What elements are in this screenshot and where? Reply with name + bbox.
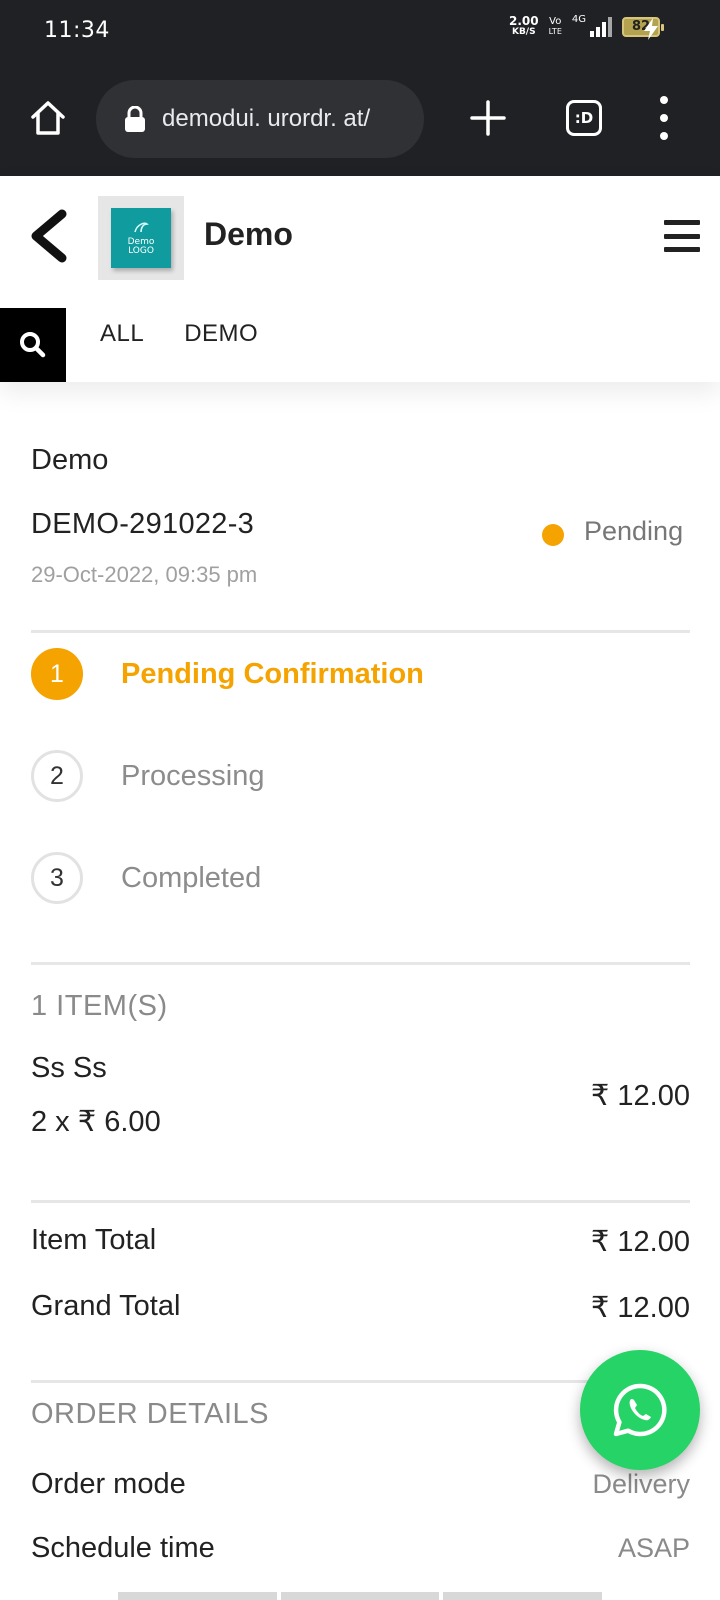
category-tabs: ALL DEMO <box>100 320 258 348</box>
divider <box>31 962 690 965</box>
network-type: 4G <box>571 13 586 25</box>
order-date: 29-Oct-2022, 09:35 pm <box>31 562 258 587</box>
back-arrow-icon[interactable] <box>26 206 70 266</box>
browser-toolbar: demodui. urordr. at/ :D <box>0 66 720 176</box>
store-logo[interactable]: Demo LOGO <box>98 196 184 280</box>
divider <box>31 1200 690 1203</box>
home-icon[interactable] <box>28 98 68 138</box>
step-label: Completed <box>121 861 262 894</box>
step-number: 1 <box>31 648 83 700</box>
step-label: Pending Confirmation <box>121 657 424 690</box>
signal-icon <box>590 17 612 37</box>
order-id: DEMO-291022-3 <box>31 508 255 540</box>
tab-all[interactable]: ALL <box>100 320 144 348</box>
item-name: Ss Ss <box>31 1052 107 1084</box>
logo-text-line2: LOGO <box>128 246 154 256</box>
whatsapp-button[interactable] <box>580 1350 700 1470</box>
hamburger-menu-icon[interactable] <box>664 220 700 252</box>
scroll-indicator <box>118 1592 603 1600</box>
grand-total-value: ₹ 12.00 <box>590 1292 690 1324</box>
item-total: ₹ 12.00 <box>590 1080 690 1112</box>
schedule-time-value: ASAP <box>617 1533 690 1563</box>
logo-badge: Demo LOGO <box>111 208 171 268</box>
search-button[interactable] <box>0 308 66 382</box>
charging-icon <box>644 18 658 40</box>
status-badge: Pending <box>584 516 684 546</box>
status-time: 11:34 <box>44 18 110 43</box>
divider <box>31 630 690 633</box>
item-total-value: ₹ 12.00 <box>590 1226 690 1258</box>
status-bar: 11:34 2.00 KB/S Vo LTE 4G 82 <box>0 0 720 66</box>
step-label: Processing <box>121 759 265 792</box>
plus-icon[interactable] <box>468 98 508 138</box>
url-text: demodui. urordr. at/ <box>162 105 371 132</box>
progress-step: 3 Completed <box>31 852 261 904</box>
whatsapp-icon <box>613 1383 667 1437</box>
store-name: Demo <box>204 216 293 252</box>
tabs-icon[interactable]: :D <box>566 100 602 136</box>
schedule-time-label: Schedule time <box>31 1532 215 1564</box>
order-details-heading: ORDER DETAILS <box>31 1398 270 1430</box>
step-number: 2 <box>31 750 83 802</box>
network-speed-value: 2.00 <box>508 14 539 28</box>
lock-icon <box>125 106 145 132</box>
progress-step: 2 Processing <box>31 750 264 802</box>
address-bar[interactable]: demodui. urordr. at/ <box>96 80 424 158</box>
site-header: Demo LOGO Demo ALL DEMO <box>0 176 720 382</box>
order-mode-value: Delivery <box>592 1469 690 1499</box>
grand-total-label: Grand Total <box>31 1290 181 1322</box>
network-speed-unit: KB/S <box>511 27 536 37</box>
item-qty-price: 2 x ₹ 6.00 <box>31 1106 161 1138</box>
order-mode-label: Order mode <box>31 1468 186 1500</box>
item-total-label: Item Total <box>31 1224 157 1256</box>
status-dot-icon <box>542 524 564 546</box>
network-speed: 2.00 KB/S <box>508 14 539 38</box>
items-heading: 1 ITEM(S) <box>31 990 168 1022</box>
status-indicators: 2.00 KB/S Vo LTE 4G 82 <box>508 13 664 38</box>
tab-demo[interactable]: DEMO <box>184 320 258 348</box>
more-vert-icon[interactable] <box>656 96 672 140</box>
logo-swirl-icon <box>134 222 149 233</box>
volte-top: Vo <box>549 16 562 27</box>
progress-step: 1 Pending Confirmation <box>31 648 424 700</box>
volte-icon: Vo LTE <box>549 17 562 37</box>
volte-bottom: LTE <box>548 27 562 36</box>
search-icon <box>20 332 46 358</box>
shop-title: Demo <box>31 444 109 476</box>
step-number: 3 <box>31 852 83 904</box>
